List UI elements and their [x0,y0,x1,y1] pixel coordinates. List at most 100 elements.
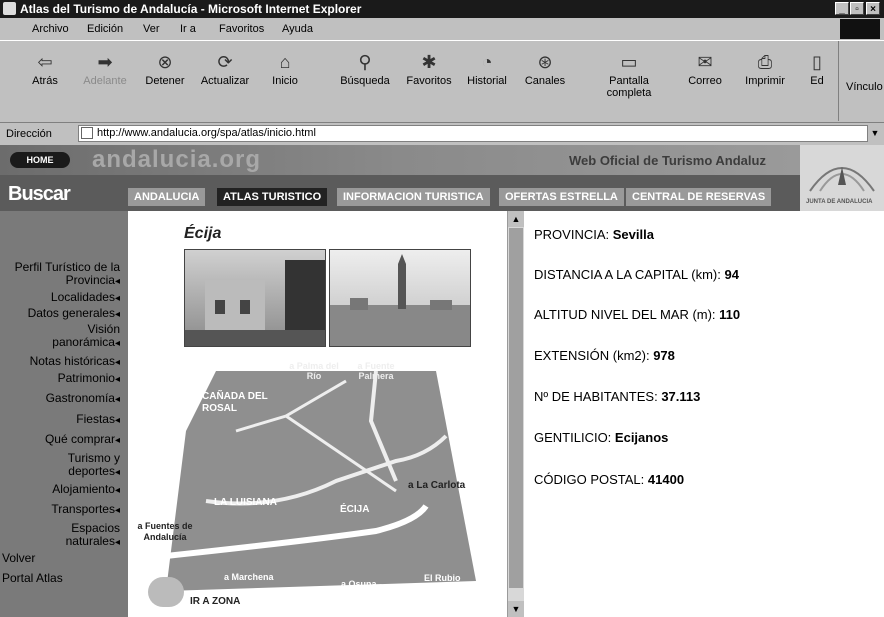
links-label[interactable]: Vínculo [846,81,883,93]
favorites-button[interactable]: ✱ Favoritos [400,51,458,87]
city-title: Écija [184,225,222,242]
scroll-down-button[interactable]: ▼ [508,601,524,617]
city-photo-street [184,249,326,347]
junta-emblem: JUNTA DE ANDALUCIA [800,145,884,211]
map-label-la-carlota: a La Carlota [408,480,466,491]
menu-ver[interactable]: Ver [143,18,160,40]
search-button[interactable]: ⚲ Búsqueda [336,51,394,87]
ir-a-zona-button[interactable]: IR A ZONA [190,596,240,607]
refresh-icon: ⟳ [217,52,233,72]
sidebar-item-fiestas[interactable]: Fiestas [76,413,120,427]
menu-edicion[interactable]: Edición [87,18,123,40]
info-codigo-postal: CÓDIGO POSTAL: 41400 [534,472,685,487]
content-area: Écija a Palma del Río a Fuente Palmera C… [128,211,507,617]
edit-button[interactable]: ▯ Ed [800,51,834,87]
map-label-palma: a Palma del Río [289,361,339,381]
menu-ir-a[interactable]: Ir a [180,18,196,40]
sidebar-item-alojamiento[interactable]: Alojamiento [52,483,120,497]
back-icon: ⇦ [37,52,53,72]
back-button[interactable]: ⇦ Atrás [16,51,74,87]
fullscreen-button[interactable]: ▭ Pantalla completa [600,51,658,99]
stop-icon: ⊗ [157,52,173,72]
sidebar-item-perfil-turistico[interactable]: Perfil Turístico de la Provincia [10,261,120,288]
buscar-link[interactable]: Buscar [8,183,71,206]
menu-bar: Archivo Edición Ver Ir a Favoritos Ayuda [0,18,884,40]
city-info-panel: PROVINCIA: Sevilla DISTANCIA A LA CAPITA… [534,211,884,617]
tab-andalucia[interactable]: ANDALUCIA [128,188,206,206]
site-tagline: Web Oficial de Turismo Andaluz [569,153,766,168]
address-label: Dirección [6,128,52,140]
map-label-marchena: a Marchena [224,572,274,582]
address-input[interactable]: http://www.andalucia.org/spa/atlas/inici… [78,125,868,142]
menu-archivo[interactable]: Archivo [32,18,69,40]
forward-button[interactable]: ➡ Adelante [76,51,134,87]
favorites-icon: ✱ [421,52,437,72]
search-icon: ⚲ [358,52,372,72]
tab-ofertas-estrella[interactable]: OFERTAS ESTRELLA [499,188,624,206]
toolbar-divider [838,41,839,121]
sidebar-item-notas-historicas[interactable]: Notas históricas [30,355,120,369]
info-distancia: DISTANCIA A LA CAPITAL (km): 94 [534,267,739,282]
channels-icon: ⊛ [537,52,553,72]
home-button[interactable]: ⌂ Inicio [256,51,314,87]
refresh-button[interactable]: ⟳ Actualizar [196,51,254,87]
forward-icon: ➡ [97,52,113,72]
junta-label: JUNTA DE ANDALUCIA [806,199,873,205]
tab-atlas-turistico[interactable]: ATLAS TURISTICO [217,188,328,206]
address-url: http://www.andalucia.org/spa/atlas/inici… [97,127,316,139]
sidebar-item-turismo-deportes[interactable]: Turismo y deportes [50,452,120,479]
close-button[interactable]: × [866,2,880,15]
web-page: HOME andalucia.org Web Oficial de Turism… [0,145,884,617]
fullscreen-icon: ▭ [620,52,638,72]
sidebar-item-gastronomia[interactable]: Gastronomía [46,392,120,406]
home-icon: ⌂ [279,52,291,72]
stop-button[interactable]: ⊗ Detener [136,51,194,87]
sidebar: Perfil Turístico de la Provincia Localid… [0,211,128,617]
sidebar-item-vision-panoramica[interactable]: Visión panorámica [50,323,120,350]
sidebar-item-espacios-naturales[interactable]: Espacios naturales [50,522,120,549]
scroll-up-button[interactable]: ▲ [508,211,524,227]
tab-informacion-turistica[interactable]: INFORMACION TURISTICA [337,188,490,206]
toolbar: ⇦ Atrás ➡ Adelante ⊗ Detener ⟳ Actualizar ⌂ I… [0,40,884,123]
tab-central-de-reservas[interactable]: CENTRAL DE RESERVAS [626,188,772,206]
info-extension: EXTENSIÓN (km2): 978 [534,348,675,363]
site-logo: andalucia.org [92,146,262,173]
ie-logo-icon [3,2,16,15]
menu-favoritos[interactable]: Favoritos [219,18,264,40]
sidebar-item-patrimonio[interactable]: Patrimonio [58,372,120,386]
mail-button[interactable]: ✉ Correo [676,51,734,87]
sidebar-item-datos-generales[interactable]: Datos generales [28,307,120,321]
info-altitud: ALTITUD NIVEL DEL MAR (m): 110 [534,307,741,322]
minimize-button[interactable]: _ [835,2,849,15]
sidebar-item-localidades[interactable]: Localidades [51,291,120,305]
map-label-la-luisiana: LA LUISIANA [214,497,277,508]
volver-link[interactable]: Volver [2,551,35,565]
print-icon: ⎙ [757,52,773,72]
map-label-ecija: ÉCIJA [340,504,370,515]
window-title-bar: Atlas del Turismo de Andalucía - Microso… [0,0,884,18]
map-label-canada-rosal: CAÑADA DEL ROSAL [202,391,268,414]
window-title: Atlas del Turismo de Andalucía - Microso… [20,2,362,16]
windows-logo-icon [840,19,880,39]
channels-button[interactable]: ⊛ Canales [516,51,574,87]
address-dropdown-button[interactable]: ▼ [868,125,882,142]
area-map[interactable]: a Palma del Río a Fuente Palmera CAÑADA … [137,361,496,611]
page-icon [81,127,93,139]
maximize-button[interactable]: ▫ [850,2,864,15]
history-button[interactable]: ◔ Historial [458,51,516,87]
portal-atlas-link[interactable]: Portal Atlas [2,571,63,585]
print-button[interactable]: ⎙ Imprimir [736,51,794,87]
sidebar-item-que-comprar[interactable]: Qué comprar [45,433,120,447]
scroll-thumb[interactable] [509,228,523,588]
map-label-el-rubio: El Rubio [424,573,461,583]
sidebar-item-transportes[interactable]: Transportes [51,503,120,517]
content-scrollbar[interactable]: ▲ ▼ [507,211,524,617]
info-gentilicio: GENTILICIO: Ecijanos [534,430,669,445]
map-label-fuentes-andalucia: a Fuentes de Andalucía [137,521,193,542]
mail-icon: ✉ [697,52,713,72]
home-link[interactable]: HOME [10,152,70,168]
skyline-photo-icon [330,254,470,346]
city-photo-panorama [329,249,471,347]
map-label-fuente-palmera: a Fuente Palmera [357,361,395,381]
menu-ayuda[interactable]: Ayuda [282,18,313,40]
